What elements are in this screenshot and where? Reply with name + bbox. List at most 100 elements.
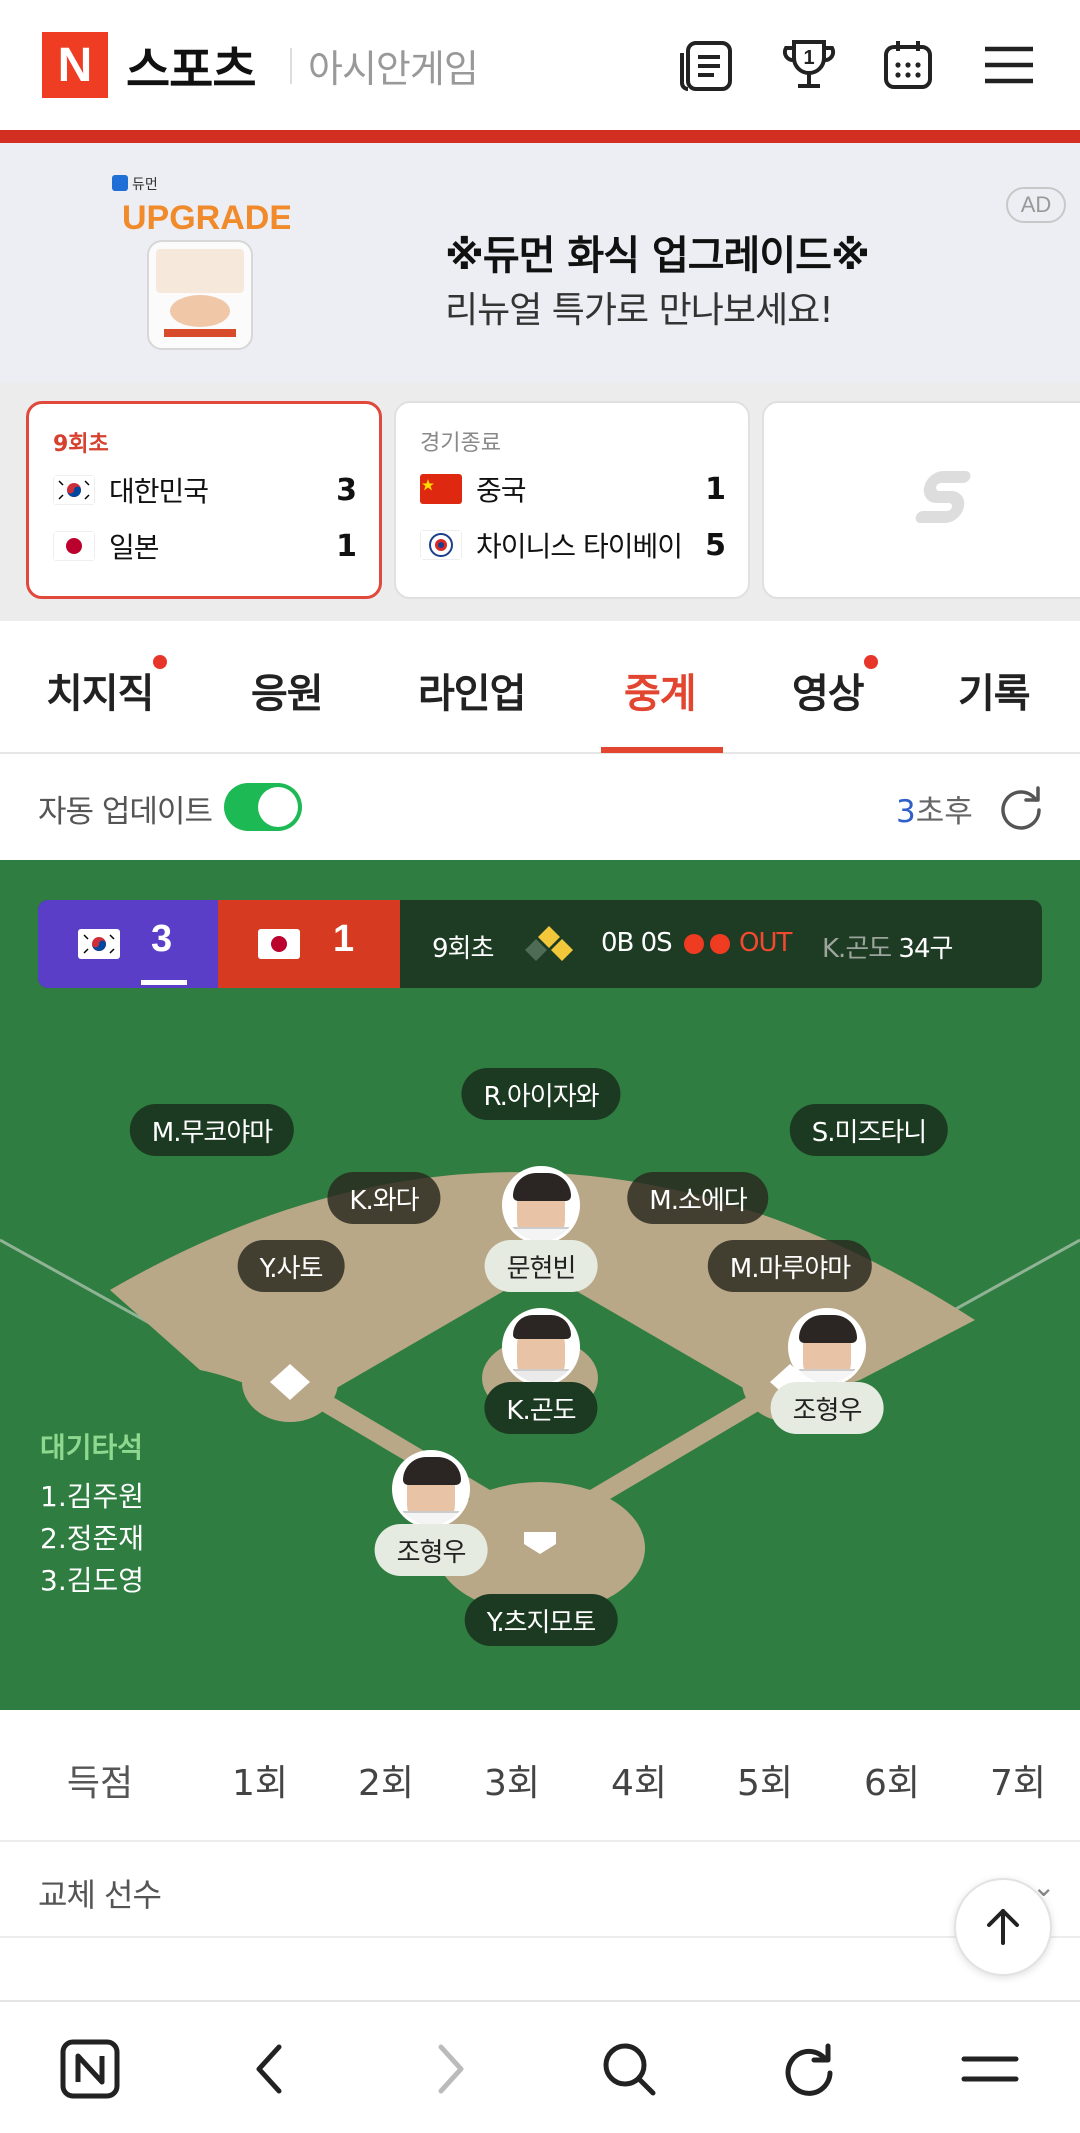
tab-label: 라인업	[418, 671, 526, 717]
inning-tab[interactable]: 4회	[611, 1754, 667, 1806]
section-title[interactable]: 아시안게임	[308, 38, 479, 93]
brand-divider	[290, 48, 292, 84]
out-indicator	[684, 934, 704, 954]
game-card-china-taipei[interactable]: 경기종료 중국 1 차이니스 타이베이 5	[394, 401, 750, 599]
baseball-field: 3 1 9회초 0B 0S OUT K.곤도 34구 R.아이자와 M.무코야마…	[0, 860, 1080, 1710]
browser-menu-icon[interactable]	[957, 2036, 1023, 2102]
home-score: 3	[151, 918, 173, 960]
home-team-score-box[interactable]: 3	[38, 900, 218, 988]
ad-banner[interactable]: 듀먼 UPGRADE ※듀먼 화식 업그레이드※ 리뉴얼 특가로 만나보세요! …	[0, 143, 1080, 383]
trophy-icon[interactable]: 1	[776, 32, 842, 98]
refresh-icon[interactable]	[996, 782, 1046, 832]
batter-name[interactable]: 조형우	[374, 1524, 488, 1576]
china-flag-icon	[420, 474, 462, 504]
batter-avatar[interactable]	[392, 1450, 470, 1528]
fielder-center-field[interactable]: R.아이자와	[461, 1068, 621, 1120]
tab-broadcast[interactable]: 중계	[624, 661, 697, 719]
tab-lineup[interactable]: 라인업	[418, 661, 526, 719]
game-score-carousel: 9회초 대한민국 3 일본 1 경기종료 중국 1 차이니스 타이베이 5	[0, 383, 1080, 621]
ad-brand-small: 듀먼	[132, 177, 158, 193]
tab-cheer[interactable]: 응원	[251, 661, 324, 719]
substitutes-label: 교체 선수	[38, 1876, 162, 1914]
menu-icon[interactable]	[976, 32, 1042, 98]
fielder-third-base[interactable]: Y.사토	[237, 1240, 345, 1292]
runner-second-name[interactable]: 문현빈	[484, 1240, 598, 1292]
fielder-pitcher[interactable]: K.곤도	[484, 1382, 598, 1434]
auto-update-toggle[interactable]	[224, 783, 302, 831]
team-row: 중국 1	[420, 469, 726, 509]
header-accent-bar	[0, 130, 1080, 143]
top-header: N 스포츠 아시안게임 1	[0, 0, 1080, 130]
inning-tab[interactable]: 7회	[990, 1754, 1046, 1806]
pitcher-avatar[interactable]	[502, 1308, 580, 1386]
japan-flag-icon	[53, 531, 95, 561]
inning-score-tabs: 득점 1회 2회 3회 4회 5회 6회 7회	[0, 1710, 1080, 1842]
on-deck-item: 3.김도영	[40, 1564, 144, 1597]
game-status: 경기종료	[420, 431, 501, 456]
new-dot-badge	[153, 655, 168, 669]
ad-badge[interactable]: AD	[1006, 187, 1066, 223]
arrow-up-icon	[987, 1909, 1019, 1945]
calendar-icon[interactable]	[875, 32, 941, 98]
runner-second-avatar[interactable]	[502, 1166, 580, 1244]
pitcher-name: K.곤도	[822, 934, 892, 964]
bases-diamond-icon	[524, 924, 574, 968]
away-team-score-box[interactable]: 1	[218, 900, 400, 988]
fielder-catcher[interactable]: Y.츠지모토	[464, 1594, 618, 1646]
search-icon[interactable]	[596, 2036, 662, 2102]
inning-tab[interactable]: 6회	[864, 1754, 920, 1806]
team-row: 차이니스 타이베이 5	[420, 525, 726, 565]
toggle-knob	[258, 787, 298, 827]
game-card-korea-japan[interactable]: 9회초 대한민국 3 일본 1	[26, 401, 382, 599]
back-icon[interactable]	[236, 2036, 302, 2102]
ad-subtitle[interactable]: 리뉴얼 특가로 만나보세요!	[445, 281, 834, 333]
inning-tab[interactable]: 2회	[358, 1754, 414, 1806]
reload-icon[interactable]	[776, 2036, 842, 2102]
team-score: 1	[705, 471, 726, 507]
team-name: 일본	[109, 531, 160, 564]
on-deck-item: 2.정준재	[40, 1522, 144, 1555]
naver-home-icon[interactable]	[57, 2036, 123, 2102]
fielder-left-field[interactable]: M.무코야마	[129, 1104, 295, 1156]
team-score: 5	[705, 527, 726, 563]
forward-icon[interactable]	[418, 2036, 484, 2102]
tab-label: 기록	[958, 671, 1031, 717]
new-dot-badge	[863, 655, 878, 669]
game-card-placeholder[interactable]	[762, 401, 1080, 599]
active-tab-indicator	[601, 747, 723, 753]
inning-tab[interactable]: 1회	[232, 1754, 288, 1806]
runner-first-avatar[interactable]	[788, 1308, 866, 1386]
ad-image-text: UPGRADE	[122, 199, 290, 237]
team-row: 대한민국 3	[53, 470, 357, 510]
inning-label: 9회초	[432, 934, 494, 964]
auto-update-label: 자동 업데이트	[38, 794, 213, 830]
scroll-to-top-button[interactable]	[954, 1878, 1052, 1976]
away-score: 1	[333, 918, 355, 960]
runner-first-name[interactable]: 조형우	[770, 1382, 884, 1434]
tab-records[interactable]: 기록	[958, 661, 1031, 719]
korea-flag-icon	[53, 475, 95, 505]
news-list-icon[interactable]	[675, 32, 741, 98]
tab-label: 중계	[624, 671, 697, 717]
on-deck-list: 대기타석 1.김주원 2.정준재 3.김도영	[40, 1426, 144, 1602]
fielder-second-base[interactable]: M.소에다	[627, 1172, 769, 1224]
fielder-right-field[interactable]: S.미즈타니	[789, 1104, 949, 1156]
substitutes-section[interactable]: 교체 선수 ⌄	[0, 1842, 1080, 1938]
on-deck-item: 1.김주원	[40, 1480, 144, 1513]
live-scorebar: 3 1 9회초 0B 0S OUT K.곤도 34구	[38, 900, 1042, 988]
current-inning-label: 3초후	[896, 786, 973, 831]
inning-tab-score[interactable]: 득점	[67, 1754, 133, 1806]
pitch-count: 34구	[898, 934, 953, 964]
loading-logo-icon	[914, 469, 974, 533]
naver-logo[interactable]: N	[42, 32, 108, 98]
tab-chzzk[interactable]: 치지직	[46, 655, 168, 719]
inning-tab[interactable]: 3회	[484, 1754, 540, 1806]
tab-video[interactable]: 영상	[792, 655, 878, 719]
fielder-shortstop[interactable]: K.와다	[327, 1172, 441, 1224]
fielder-first-base[interactable]: M.마루야마	[707, 1240, 873, 1292]
ad-title[interactable]: ※듀먼 화식 업그레이드※	[445, 223, 870, 281]
pitcher-stat: K.곤도 34구	[822, 928, 953, 965]
brand-title[interactable]: 스포츠	[126, 30, 256, 100]
inning-tab[interactable]: 5회	[737, 1754, 793, 1806]
on-deck-title: 대기타석	[40, 1431, 144, 1464]
